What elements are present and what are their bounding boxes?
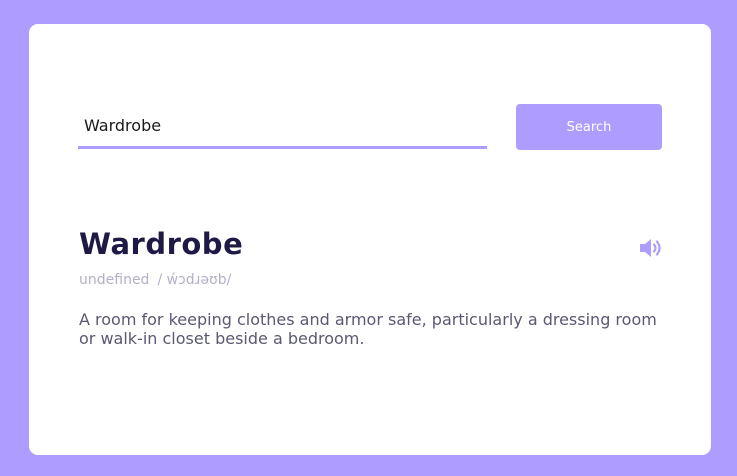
speaker-icon[interactable] (638, 236, 664, 260)
part-of-speech: undefined (79, 272, 150, 288)
phonetic: / ẃɔdɹəʊb/ (157, 272, 232, 288)
entry-meta: undefined / ẃɔdɹəʊb/ (79, 272, 231, 288)
search-button[interactable]: Search (516, 104, 662, 150)
dictionary-card: Search Wardrobe undefined / ẃɔdɹəʊb/ A ro… (29, 24, 711, 455)
search-field-wrapper (78, 104, 487, 149)
definition-text: A room for keeping clothes and armor saf… (79, 310, 657, 348)
entry-word: Wardrobe (79, 227, 244, 261)
search-input[interactable] (78, 104, 487, 146)
